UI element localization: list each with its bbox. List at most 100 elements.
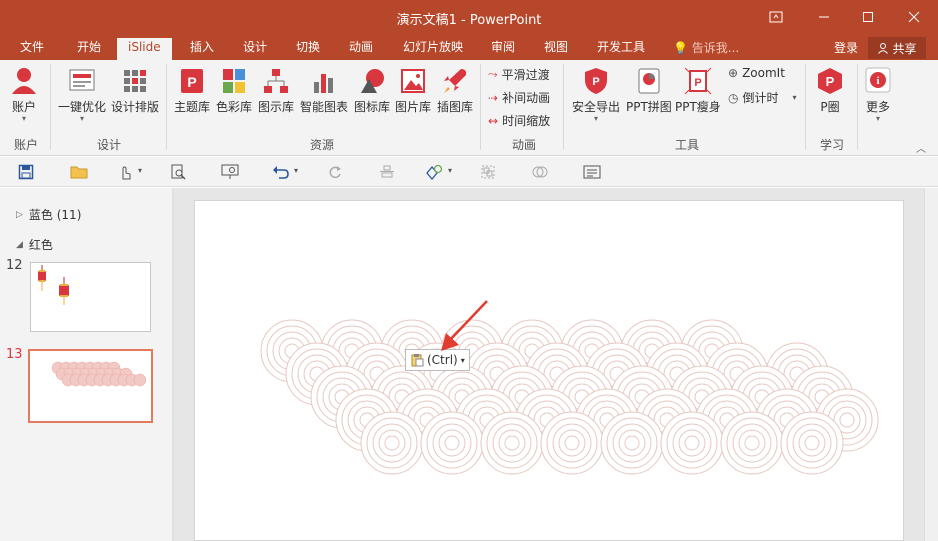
account-button[interactable]: 账户 ▾ <box>10 66 38 123</box>
login-link[interactable]: 登录 <box>834 39 858 56</box>
illustration-library-label: 插图库 <box>437 100 474 114</box>
slide-canvas[interactable]: (Ctrl) ▾ <box>194 200 904 541</box>
minimize-icon[interactable] <box>812 6 836 28</box>
merge-shapes-icon[interactable] <box>530 162 550 182</box>
color-library-button[interactable]: 色彩库 <box>216 66 252 115</box>
tween-animation-button[interactable]: ⇢ 补间动画 <box>488 89 550 106</box>
present-icon[interactable] <box>220 162 240 182</box>
smooth-transition-icon: ⤳ <box>488 67 498 81</box>
p-circle-button[interactable]: P P圈 <box>816 66 844 115</box>
tab-home[interactable]: 开始 <box>75 39 103 60</box>
tween-animation-icon: ⇢ <box>488 90 499 105</box>
section-red[interactable]: ◢ 红色 <box>16 236 53 253</box>
safe-export-button[interactable]: P 安全导出 ▾ <box>572 66 620 123</box>
ribbon-display-icon[interactable] <box>764 6 788 28</box>
close-icon[interactable] <box>902 6 926 28</box>
zoomit-button[interactable]: ⊕ ZoomIt <box>728 66 785 80</box>
picture-insert-icon[interactable] <box>582 162 602 182</box>
tab-insert[interactable]: 插入 <box>188 39 216 60</box>
collage-icon <box>638 68 660 94</box>
more-button[interactable]: i 更多 ▾ <box>864 66 892 123</box>
theme-library-label: 主题库 <box>174 100 211 114</box>
maximize-icon[interactable] <box>856 6 880 28</box>
rocket-icon <box>444 69 467 93</box>
ribbon: 账户 ▾ 账户 一键优化 ▾ 设计排版 设计 P 主题库 色彩库 图示库 智能图… <box>0 60 938 156</box>
section-blue[interactable]: ▷ 蓝色 (11) <box>16 206 81 223</box>
smooth-transition-button[interactable]: ⤳ 平滑过渡 <box>488 66 550 83</box>
countdown-button[interactable]: ◷ 倒计时 ▾ <box>728 89 797 106</box>
redo-icon[interactable] <box>325 162 345 182</box>
tab-developer[interactable]: 开发工具 <box>595 39 647 60</box>
picture-icon <box>401 69 425 93</box>
user-icon <box>12 68 36 94</box>
shapes-dropdown-icon[interactable]: ▾ <box>448 166 452 175</box>
icon-library-label: 图标库 <box>354 100 391 114</box>
design-layout-button[interactable]: 设计排版 <box>111 66 159 115</box>
group-icon[interactable] <box>478 162 498 182</box>
annotation-arrow-icon <box>441 300 488 351</box>
org-chart-icon <box>264 69 288 93</box>
section-blue-label: 蓝色 (11) <box>28 208 82 222</box>
theme-library-icon: P <box>181 69 203 93</box>
collapse-ribbon-icon[interactable]: ︿ <box>916 140 926 155</box>
tab-file[interactable]: 文件 <box>18 39 46 60</box>
layout-optimize-icon <box>69 69 95 91</box>
theme-library-button[interactable]: P 主题库 <box>174 66 210 115</box>
ppt-collage-label: PPT拼图 <box>626 100 672 114</box>
svg-text:P: P <box>592 76 599 88</box>
illustration-library-button[interactable]: 插图库 <box>437 66 473 115</box>
svg-text:P: P <box>694 77 701 89</box>
tab-islide[interactable]: iSlide <box>117 38 172 60</box>
tab-view[interactable]: 视图 <box>542 39 570 60</box>
share-label: 共享 <box>892 41 917 56</box>
concentric-circle <box>480 411 544 475</box>
time-scale-label: 时间缩放 <box>502 114 551 128</box>
tab-review[interactable]: 审阅 <box>489 39 517 60</box>
time-scale-button[interactable]: ↔ 时间缩放 <box>488 112 550 129</box>
slide-thumbnail-13[interactable] <box>28 349 153 423</box>
concentric-circle <box>720 411 784 475</box>
share-button[interactable]: 共享 <box>868 37 926 59</box>
clock-icon: ◷ <box>728 90 739 105</box>
ppt-collage-button[interactable]: PPT拼图 <box>626 66 672 115</box>
concentric-circle <box>540 411 604 475</box>
tell-me-box[interactable]: 💡 告诉我... <box>673 39 739 56</box>
print-preview-icon[interactable] <box>168 162 188 182</box>
save-icon[interactable] <box>16 162 36 182</box>
icon-library-button[interactable]: 图标库 <box>354 66 390 115</box>
one-key-optimize-button[interactable]: 一键优化 ▾ <box>58 66 106 123</box>
tab-design[interactable]: 设计 <box>241 39 269 60</box>
p-circle-label: P圈 <box>820 100 840 114</box>
safe-export-label: 安全导出 <box>572 100 621 114</box>
concentric-circles-pattern[interactable] <box>195 201 903 540</box>
smart-chart-label: 智能图表 <box>300 100 349 114</box>
smart-chart-button[interactable]: 智能图表 <box>300 66 348 115</box>
touch-mode-icon[interactable] <box>115 162 135 182</box>
undo-dropdown-icon[interactable]: ▾ <box>294 166 298 175</box>
picture-library-button[interactable]: 图片库 <box>395 66 431 115</box>
vertical-scrollbar[interactable] <box>924 188 938 541</box>
window-title: 演示文稿1 - PowerPoint <box>396 13 542 28</box>
align-icon[interactable] <box>377 162 397 182</box>
svg-text:P: P <box>187 74 196 90</box>
open-folder-icon[interactable] <box>69 162 89 182</box>
group-label-animation: 动画 <box>512 138 537 152</box>
diagram-library-button[interactable]: 图示库 <box>258 66 294 115</box>
tab-slideshow[interactable]: 幻灯片放映 <box>401 39 465 60</box>
undo-icon[interactable] <box>271 162 291 182</box>
concentric-circle <box>780 411 844 475</box>
color-palette-icon <box>223 69 245 93</box>
tab-transitions[interactable]: 切换 <box>294 39 322 60</box>
tab-animations[interactable]: 动画 <box>347 39 375 60</box>
group-label-tools: 工具 <box>675 138 700 152</box>
touch-mode-dropdown-icon[interactable]: ▾ <box>138 166 142 175</box>
picture-library-label: 图片库 <box>395 100 432 114</box>
wave-pattern-thumbnail <box>51 361 147 387</box>
bar-chart-icon <box>314 74 333 93</box>
lantern-thumbnail-image <box>38 265 69 305</box>
zoom-in-icon: ⊕ <box>728 66 739 80</box>
shapes-icon[interactable] <box>424 162 444 182</box>
ppt-slim-button[interactable]: P PPT瘦身 <box>675 66 721 115</box>
ribbon-tabs: 文件 开始 iSlide 插入 设计 切换 动画 幻灯片放映 审阅 视图 开发工… <box>0 36 938 60</box>
slide-thumbnail-12[interactable] <box>30 262 151 332</box>
